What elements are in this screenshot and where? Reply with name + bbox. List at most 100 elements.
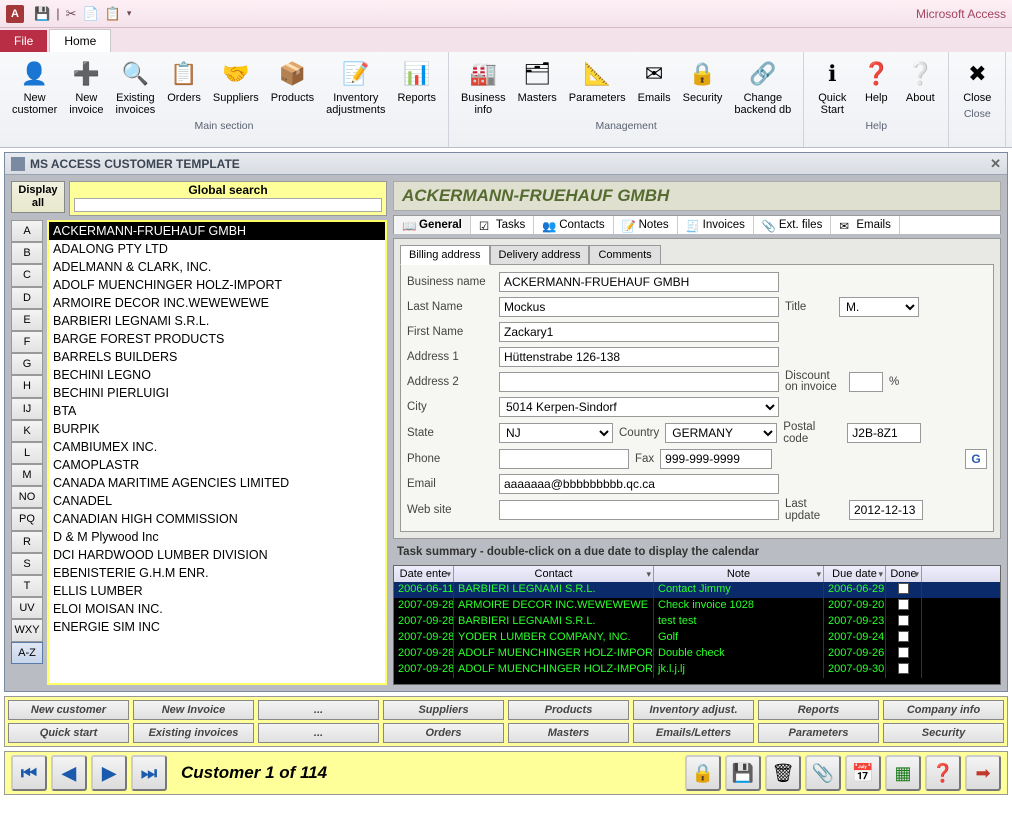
ribbon-emails[interactable]: ✉Emails: [632, 56, 677, 118]
list-item[interactable]: CAMBIUMEX INC.: [49, 438, 385, 456]
task-table[interactable]: Date ente▾ Contact▾ Note▾ Due date▾ Done…: [393, 565, 1001, 685]
ribbon-security[interactable]: 🔒Security: [677, 56, 729, 118]
alpha-F[interactable]: F: [11, 331, 43, 353]
done-checkbox[interactable]: [898, 583, 909, 594]
list-item[interactable]: BARRELS BUILDERS: [49, 348, 385, 366]
last-name-field[interactable]: [499, 297, 779, 317]
tab-tasks[interactable]: ☑Tasks: [471, 216, 534, 234]
ribbon-orders[interactable]: 📋Orders: [161, 56, 207, 118]
window-close-icon[interactable]: ✕: [990, 156, 1001, 172]
cut-icon[interactable]: ✂: [66, 6, 77, 22]
alpha-WXY[interactable]: WXY: [11, 619, 43, 641]
address1-field[interactable]: [499, 347, 779, 367]
list-item[interactable]: ADOLF MUENCHINGER HOLZ-IMPORT: [49, 276, 385, 294]
alpha-C[interactable]: C: [11, 264, 43, 286]
qat-dropdown-icon[interactable]: ▾: [127, 8, 132, 19]
list-item[interactable]: ENERGIE SIM INC: [49, 618, 385, 636]
list-item[interactable]: BTA: [49, 402, 385, 420]
tab-ext--files[interactable]: 📎Ext. files: [754, 216, 831, 234]
country-select[interactable]: GERMANY: [665, 423, 777, 443]
list-item[interactable]: EBENISTERIE G.H.M ENR.: [49, 564, 385, 582]
alpha-L[interactable]: L: [11, 442, 43, 464]
exit-button[interactable]: ➡: [965, 755, 1001, 791]
alpha-T[interactable]: T: [11, 575, 43, 597]
address2-field[interactable]: [499, 372, 779, 392]
ribbon-new-customer[interactable]: 👤New customer: [6, 56, 63, 118]
list-item[interactable]: ACKERMANN-FRUEHAUF GMBH: [49, 222, 385, 240]
ribbon-inventory-adjustments[interactable]: 📝Inventory adjustments: [320, 56, 391, 118]
alpha-B[interactable]: B: [11, 242, 43, 264]
list-item[interactable]: ARMOIRE DECOR INC.WEWEWEWE: [49, 294, 385, 312]
display-all-button[interactable]: Display all: [11, 181, 65, 213]
bottom----[interactable]: ...: [258, 723, 379, 743]
paste-icon[interactable]: 📋: [105, 6, 121, 22]
phone-field[interactable]: [499, 449, 629, 469]
bottom-new-invoice[interactable]: New Invoice: [133, 700, 254, 720]
bottom-security[interactable]: Security: [883, 723, 1004, 743]
done-checkbox[interactable]: [898, 615, 909, 626]
calendar-button[interactable]: 📅: [845, 755, 881, 791]
ribbon-reports[interactable]: 📊Reports: [391, 56, 442, 118]
bottom-products[interactable]: Products: [508, 700, 629, 720]
done-checkbox[interactable]: [898, 599, 909, 610]
nav-last-button[interactable]: ⏭: [131, 755, 167, 791]
ribbon-products[interactable]: 📦Products: [265, 56, 320, 118]
fax-field[interactable]: [660, 449, 772, 469]
ribbon-change-backend[interactable]: 🔗Change backend db: [728, 56, 797, 118]
state-select[interactable]: NJ: [499, 423, 613, 443]
excel-button[interactable]: ▦: [885, 755, 921, 791]
subtab-comments[interactable]: Comments: [589, 245, 660, 265]
ribbon-help[interactable]: ❓Help: [854, 56, 898, 118]
task-row[interactable]: 2007-09-28ARMOIRE DECOR INC.WEWEWEWEChec…: [394, 598, 1000, 614]
alpha-G[interactable]: G: [11, 353, 43, 375]
list-item[interactable]: CANADA MARITIME AGENCIES LIMITED: [49, 474, 385, 492]
list-item[interactable]: BARBIERI LEGNAMI S.R.L.: [49, 312, 385, 330]
website-field[interactable]: [499, 500, 779, 520]
bottom-masters[interactable]: Masters: [508, 723, 629, 743]
list-item[interactable]: ELOI MOISAN INC.: [49, 600, 385, 618]
alpha-PQ[interactable]: PQ: [11, 508, 43, 530]
alpha-A[interactable]: A: [11, 220, 43, 242]
bottom-parameters[interactable]: Parameters: [758, 723, 879, 743]
alpha-NO[interactable]: NO: [11, 486, 43, 508]
nav-first-button[interactable]: ⏮: [11, 755, 47, 791]
alpha-IJ[interactable]: IJ: [11, 398, 43, 420]
list-item[interactable]: BURPIK: [49, 420, 385, 438]
task-row[interactable]: 2006-06-11BARBIERI LEGNAMI S.R.L.Contact…: [394, 582, 1000, 598]
city-select[interactable]: 5014 Kerpen-Sindorf: [499, 397, 779, 417]
search-input[interactable]: [74, 198, 382, 212]
alpha-H[interactable]: H: [11, 375, 43, 397]
bottom-emails-letters[interactable]: Emails/Letters: [633, 723, 754, 743]
alpha-E[interactable]: E: [11, 309, 43, 331]
ribbon-existing-invoices[interactable]: 🔍Existing invoices: [110, 56, 162, 118]
list-item[interactable]: BARGE FOREST PRODUCTS: [49, 330, 385, 348]
nav-next-button[interactable]: ▶: [91, 755, 127, 791]
home-tab[interactable]: Home: [49, 29, 111, 52]
nav-prev-button[interactable]: ◀: [51, 755, 87, 791]
subtab-billing-address[interactable]: Billing address: [400, 245, 490, 265]
ribbon-close[interactable]: ✖Close: [955, 56, 999, 106]
list-item[interactable]: D & M Plywood Inc: [49, 528, 385, 546]
tab-contacts[interactable]: 👥Contacts: [534, 216, 613, 234]
business-name-field[interactable]: [499, 272, 779, 292]
task-row[interactable]: 2007-09-28BARBIERI LEGNAMI S.R.L.test te…: [394, 614, 1000, 630]
list-item[interactable]: ADALONG PTY LTD: [49, 240, 385, 258]
alpha-D[interactable]: D: [11, 287, 43, 309]
ribbon-new-invoice[interactable]: ➕New invoice: [63, 56, 109, 118]
done-checkbox[interactable]: [898, 647, 909, 658]
list-item[interactable]: ELLIS LUMBER: [49, 582, 385, 600]
task-row[interactable]: 2007-09-28ADOLF MUENCHINGER HOLZ-IMPORTD…: [394, 646, 1000, 662]
delete-button[interactable]: 🗑: [765, 755, 801, 791]
first-name-field[interactable]: [499, 322, 779, 342]
postal-field[interactable]: [847, 423, 921, 443]
task-row[interactable]: 2007-09-28YODER LUMBER COMPANY, INC.Golf…: [394, 630, 1000, 646]
file-tab[interactable]: File: [0, 30, 47, 52]
customer-list[interactable]: ACKERMANN-FRUEHAUF GMBHADALONG PTY LTDAD…: [47, 220, 387, 685]
alpha-M[interactable]: M: [11, 464, 43, 486]
ribbon-about[interactable]: ❔About: [898, 56, 942, 118]
attach-button[interactable]: 📎: [805, 755, 841, 791]
email-field[interactable]: [499, 474, 779, 494]
copy-icon[interactable]: 📄: [82, 6, 98, 22]
list-item[interactable]: ADELMANN & CLARK, INC.: [49, 258, 385, 276]
done-checkbox[interactable]: [898, 631, 909, 642]
